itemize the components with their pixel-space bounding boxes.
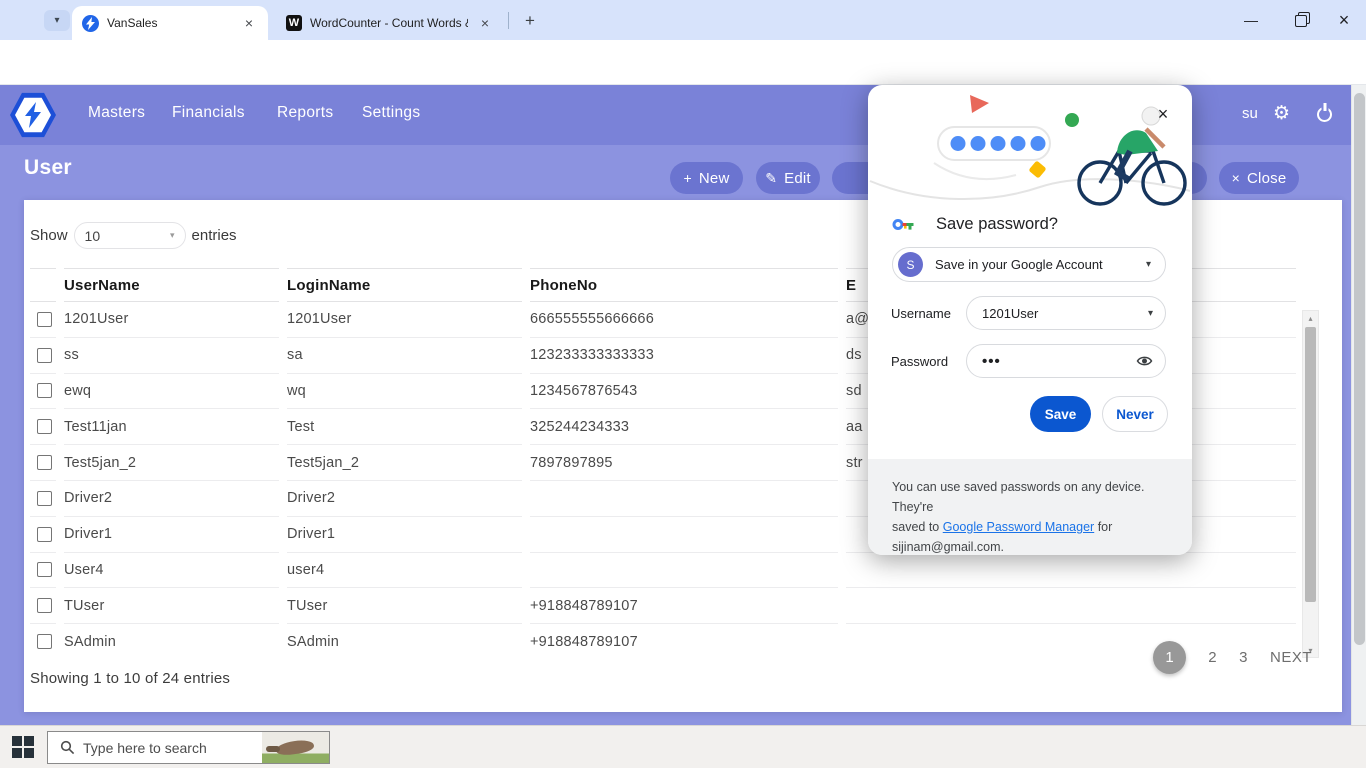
browser-toolbar: ← → ↻ ⚠ Not secure 103.120.178.195:85/Se… [0, 40, 1366, 85]
plus-icon: + [684, 170, 692, 186]
row-checkbox[interactable] [37, 348, 52, 363]
start-button[interactable] [12, 736, 34, 758]
save-button[interactable]: Save [1030, 396, 1091, 432]
page-title: User [24, 156, 72, 180]
nav-item-reports[interactable]: Reports [277, 104, 333, 122]
chevron-down-icon: ▾ [170, 230, 175, 241]
row-checkbox[interactable] [37, 419, 52, 434]
vansales-logo-icon[interactable] [10, 92, 56, 138]
gear-icon[interactable]: ⚙ [1273, 102, 1290, 125]
row-checkbox[interactable] [37, 634, 52, 649]
password-label: Password [891, 354, 948, 369]
page-2-button[interactable]: 2 [1208, 649, 1217, 666]
power-icon[interactable] [1317, 107, 1332, 122]
screen: ▾ VanSales × W WordCounter - Count Words… [0, 0, 1366, 768]
vansales-favicon-icon [82, 15, 99, 32]
edit-button[interactable]: ✎Edit [756, 162, 820, 194]
scrollbar-thumb[interactable] [1354, 93, 1365, 645]
scrollbar-thumb[interactable] [1305, 327, 1316, 602]
table-row[interactable]: TUserTUser+918848789107 [30, 588, 1296, 624]
new-button[interactable]: +New [670, 162, 743, 194]
close-x-icon: × [1232, 170, 1240, 186]
dialog-footer: You can use saved passwords on any devic… [868, 459, 1192, 555]
pagination: 1 2 3 NEXT [1153, 641, 1312, 674]
search-placeholder: Type here to search [83, 740, 254, 756]
search-icon [60, 740, 75, 755]
restore-button[interactable] [1278, 0, 1322, 40]
next-page-button[interactable]: NEXT [1270, 649, 1312, 666]
wordcounter-favicon-icon: W [286, 15, 302, 31]
row-checkbox[interactable] [37, 598, 52, 613]
dialog-title-row: Save password? [892, 215, 1058, 234]
tab-close-icon[interactable]: × [240, 14, 258, 32]
row-checkbox[interactable] [37, 491, 52, 506]
page-3-button[interactable]: 3 [1239, 649, 1248, 666]
page-1-button[interactable]: 1 [1153, 641, 1186, 674]
header-phoneno[interactable]: PhoneNo [530, 268, 838, 302]
header-checkbox-cell [30, 268, 56, 302]
entries-label: entries [192, 227, 237, 244]
username-field[interactable]: 1201User ▾ [966, 296, 1166, 330]
row-checkbox[interactable] [37, 455, 52, 470]
account-select[interactable]: S Save in your Google Account ▾ [892, 247, 1166, 282]
chevron-down-icon: ▾ [1146, 259, 1151, 270]
never-button[interactable]: Never [1102, 396, 1168, 432]
tab-wordcounter[interactable]: W WordCounter - Count Words & × [276, 6, 504, 40]
google-password-key-icon [892, 216, 914, 233]
pencil-icon: ✎ [765, 170, 777, 187]
save-password-dialog: × Save password? S Save in your Google A… [868, 85, 1192, 555]
minimize-button[interactable]: — [1229, 0, 1273, 40]
row-checkbox[interactable] [37, 527, 52, 542]
show-entries-row: Show 10 ▾ entries [30, 222, 237, 249]
row-checkbox[interactable] [37, 312, 52, 327]
google-password-manager-link[interactable]: Google Password Manager [943, 520, 1094, 534]
dialog-close-icon[interactable]: × [1152, 103, 1174, 125]
username-label: Username [891, 306, 951, 321]
page-scrollbar[interactable] [1351, 85, 1366, 725]
table-row[interactable]: User4user4 [30, 553, 1296, 589]
password-illustration [868, 89, 1192, 215]
nav-item-settings[interactable]: Settings [362, 104, 420, 122]
taskbar-search[interactable]: Type here to search [47, 731, 330, 764]
chevron-down-icon: ▾ [54, 15, 59, 26]
browser-titlebar: ▾ VanSales × W WordCounter - Count Words… [0, 0, 1366, 40]
entries-select[interactable]: 10 ▾ [74, 222, 186, 249]
tab-title: WordCounter - Count Words & [310, 16, 468, 30]
row-checkbox[interactable] [37, 383, 52, 398]
tab-divider [508, 12, 509, 29]
table-scrollbar[interactable]: ▴ ▾ [1302, 310, 1319, 658]
header-loginname[interactable]: LoginName [287, 268, 522, 302]
header-username[interactable]: UserName [64, 268, 279, 302]
search-highlight-image[interactable] [262, 732, 329, 763]
logged-in-user[interactable]: su [1242, 105, 1258, 122]
dialog-title: Save password? [936, 215, 1058, 234]
new-tab-button[interactable]: + [518, 9, 542, 33]
show-label: Show [30, 227, 68, 244]
restore-icon [1295, 15, 1305, 25]
nav-item-masters[interactable]: Masters [88, 104, 145, 122]
chevron-down-icon: ▾ [1148, 308, 1153, 319]
close-window-button[interactable]: × [1322, 0, 1366, 40]
row-checkbox[interactable] [37, 562, 52, 577]
scroll-up-icon[interactable]: ▴ [1303, 311, 1318, 325]
windows-taskbar: Type here to search S S 10°C Fog [0, 725, 1366, 768]
nav-item-financials[interactable]: Financials [172, 104, 245, 122]
table-summary: Showing 1 to 10 of 24 entries [30, 670, 230, 687]
tab-close-icon[interactable]: × [476, 14, 494, 32]
close-icon: × [1339, 10, 1350, 31]
close-button[interactable]: ×Close [1219, 162, 1299, 194]
password-field[interactable]: ••• [966, 344, 1166, 378]
tab-vansales[interactable]: VanSales × [72, 6, 268, 40]
minimize-icon: — [1244, 12, 1258, 28]
tab-search-button[interactable]: ▾ [44, 10, 70, 31]
tab-title: VanSales [107, 16, 232, 30]
eye-icon[interactable] [1136, 354, 1153, 368]
table-row[interactable]: SAdminSAdmin+918848789107 [30, 624, 1296, 658]
account-avatar: S [898, 252, 923, 277]
